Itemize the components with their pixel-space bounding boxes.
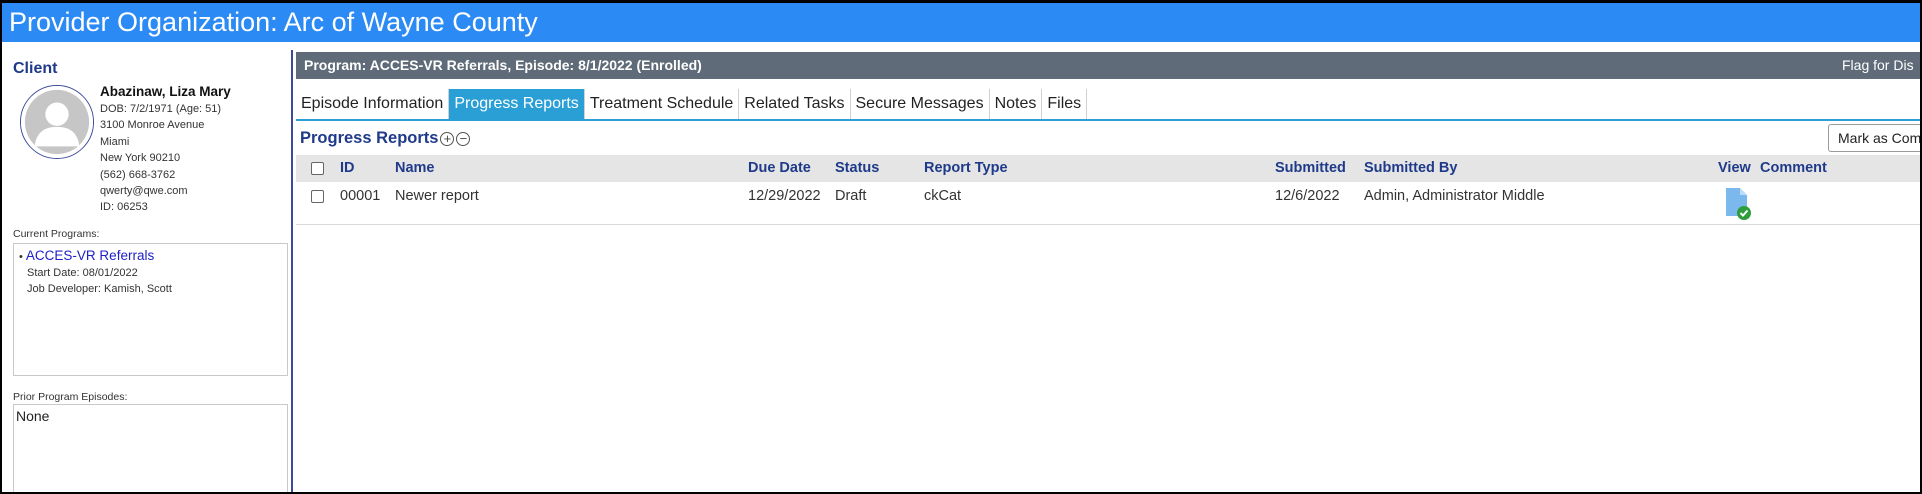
program-bar: Program: ACCES-VR Referrals, Episode: 8/… <box>296 52 1920 79</box>
col-view: View <box>1718 160 1751 176</box>
flag-for-discharge-link[interactable]: Flag for Dis <box>1842 52 1920 79</box>
client-section-label: Client <box>13 60 58 77</box>
program-job-developer: Job Developer: Kamish, Scott <box>27 283 172 295</box>
document-check-icon[interactable] <box>1723 187 1753 221</box>
program-start-date: Start Date: 08/01/2022 <box>27 267 138 279</box>
col-name[interactable]: Name <box>395 155 435 182</box>
client-email: qwerty@qwe.com <box>100 185 188 198</box>
expand-all-icon[interactable]: + <box>440 131 455 146</box>
program-title: Program: ACCES-VR Referrals, Episode: 8/… <box>304 57 702 73</box>
tab-related-tasks[interactable]: Related Tasks <box>739 89 851 119</box>
mark-as-complete-button[interactable]: Mark as Com <box>1828 124 1920 152</box>
page-title: Provider Organization: Arc of Wayne Coun… <box>9 7 538 37</box>
section-title-text: Progress Reports <box>300 129 439 147</box>
prior-programs-value: None <box>16 408 50 424</box>
program-link[interactable]: ACCES-VR Referrals <box>26 248 154 263</box>
col-status[interactable]: Status <box>835 155 879 182</box>
client-panel: Client Abazinaw, Liza Mary DOB: 7/2/1971… <box>2 50 293 492</box>
row-report-type: ckCat <box>924 188 962 204</box>
client-dob: DOB: 7/2/1971 (Age: 51) <box>100 103 222 115</box>
person-placeholder-icon <box>21 86 93 158</box>
client-phone: (562) 668-3762 <box>100 168 176 181</box>
section-title: Progress Reports + − <box>300 129 471 148</box>
app-window: Provider Organization: Arc of Wayne Coun… <box>2 3 1920 492</box>
client-state-zip: New York 90210 <box>100 152 181 165</box>
col-comment: Comment <box>1760 160 1827 176</box>
row-submitted-by: Admin, Administrator Middle <box>1364 188 1545 204</box>
client-id: ID: 06253 <box>100 201 148 214</box>
collapse-all-icon[interactable]: − <box>456 131 471 146</box>
col-submitted[interactable]: Submitted <box>1275 155 1346 182</box>
col-id[interactable]: ID <box>340 155 355 182</box>
bullet: • <box>19 251 23 263</box>
table-row[interactable]: 00001 Newer report 12/29/2022 Draft ckCa… <box>296 183 1920 225</box>
select-all-checkbox[interactable] <box>311 162 324 175</box>
row-id: 00001 <box>340 188 381 204</box>
current-program-item: • ACCES-VR Referrals <box>19 248 282 265</box>
row-checkbox[interactable] <box>311 190 324 203</box>
client-city: Miami <box>100 135 130 148</box>
tab-episode-information[interactable]: Episode Information <box>296 89 450 119</box>
client-address: 3100 Monroe Avenue <box>100 119 205 132</box>
col-report-type[interactable]: Report Type <box>924 155 1008 182</box>
tab-secure-messages[interactable]: Secure Messages <box>851 89 990 119</box>
tab-notes[interactable]: Notes <box>990 89 1043 119</box>
row-due-date: 12/29/2022 <box>748 188 821 204</box>
prior-programs-label: Prior Program Episodes: <box>13 391 128 403</box>
row-name: Newer report <box>395 188 479 204</box>
table-header: ID Name Due Date Status Report Type Subm… <box>296 155 1920 182</box>
tab-progress-reports[interactable]: Progress Reports <box>449 89 585 119</box>
client-name: Abazinaw, Liza Mary <box>100 84 231 99</box>
current-programs-box: • ACCES-VR Referrals Start Date: 08/01/2… <box>13 243 288 376</box>
main-content: Program: ACCES-VR Referrals, Episode: 8/… <box>296 50 1920 492</box>
col-submitted-by[interactable]: Submitted By <box>1364 155 1457 182</box>
prior-programs-box: None <box>13 404 288 492</box>
col-due-date[interactable]: Due Date <box>748 155 811 182</box>
row-status: Draft <box>835 188 867 204</box>
row-submitted: 12/6/2022 <box>1275 188 1340 204</box>
current-programs-label: Current Programs: <box>13 228 100 240</box>
client-details: Abazinaw, Liza Mary DOB: 7/2/1971 (Age: … <box>100 83 231 216</box>
avatar <box>20 85 94 159</box>
tab-bar: Episode Information Progress Reports Tre… <box>296 89 1920 121</box>
tab-treatment-schedule[interactable]: Treatment Schedule <box>585 89 740 119</box>
tab-files[interactable]: Files <box>1042 89 1088 119</box>
page-header: Provider Organization: Arc of Wayne Coun… <box>2 3 1920 42</box>
